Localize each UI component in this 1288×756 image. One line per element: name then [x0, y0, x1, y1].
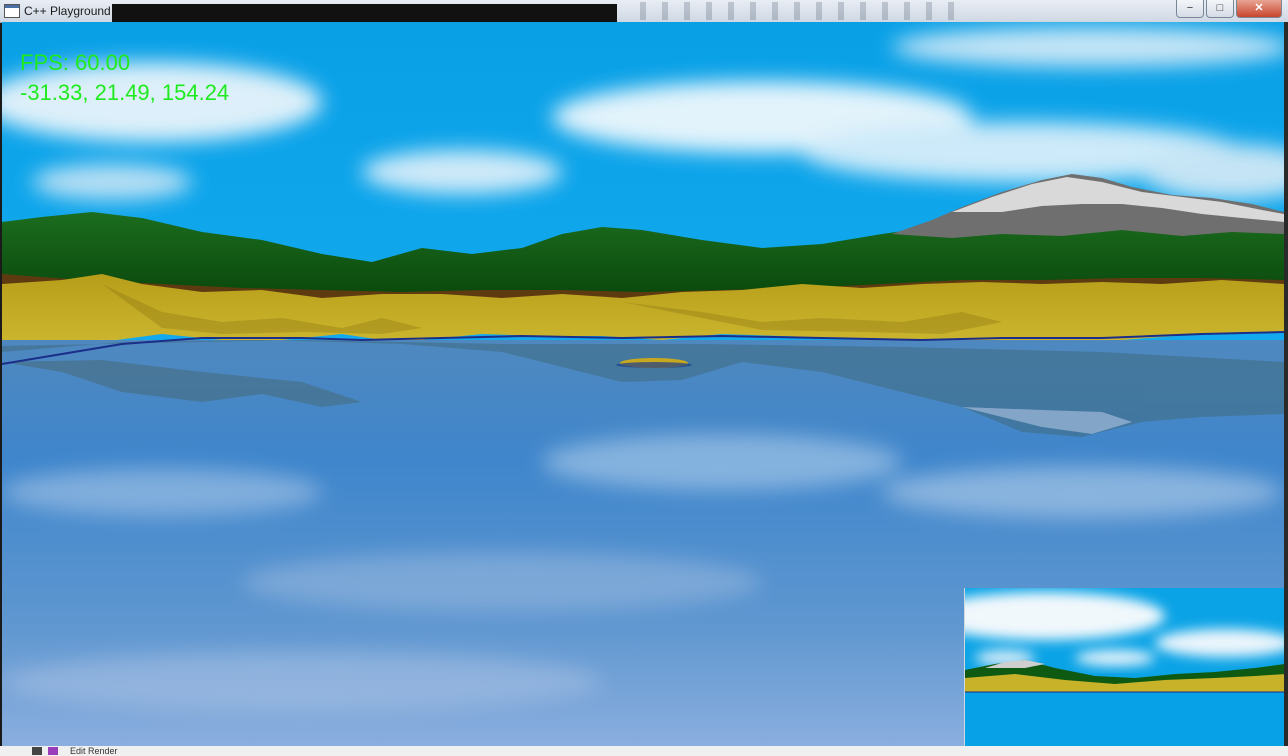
window-right-border: [1284, 22, 1288, 746]
maximize-icon: □: [1216, 2, 1224, 14]
minimize-button[interactable]: −: [1176, 0, 1204, 18]
camera-position: -31.33, 21.49, 154.24: [20, 80, 230, 105]
taskbar-text: Edit Render: [70, 746, 118, 756]
overlapping-taskbar-region: [112, 4, 617, 22]
taskbar-icon: [32, 747, 42, 755]
faded-toolbar-icons: [640, 2, 970, 20]
reflection-preview: [964, 588, 1284, 746]
minimize-icon: −: [1186, 2, 1194, 14]
close-icon: ✕: [1254, 2, 1264, 14]
bottom-taskbar-fragment: Edit Render: [0, 746, 1288, 756]
maximize-button[interactable]: □: [1206, 0, 1234, 18]
close-button[interactable]: ✕: [1236, 0, 1282, 18]
taskbar-icon: [48, 747, 58, 755]
hud-overlay: FPS: 60.00 -31.33, 21.49, 154.24: [20, 48, 229, 108]
fps-counter: FPS: 60.00: [20, 50, 131, 75]
app-window-icon[interactable]: [4, 4, 20, 18]
window-title: C++ Playground: [24, 4, 111, 18]
reflection-preview-scene: [965, 588, 1284, 746]
window-controls: − □ ✕: [1176, 0, 1282, 18]
render-viewport[interactable]: FPS: 60.00 -31.33, 21.49, 154.24: [2, 22, 1284, 746]
title-bar[interactable]: C++ Playground − □ ✕: [0, 0, 1288, 23]
